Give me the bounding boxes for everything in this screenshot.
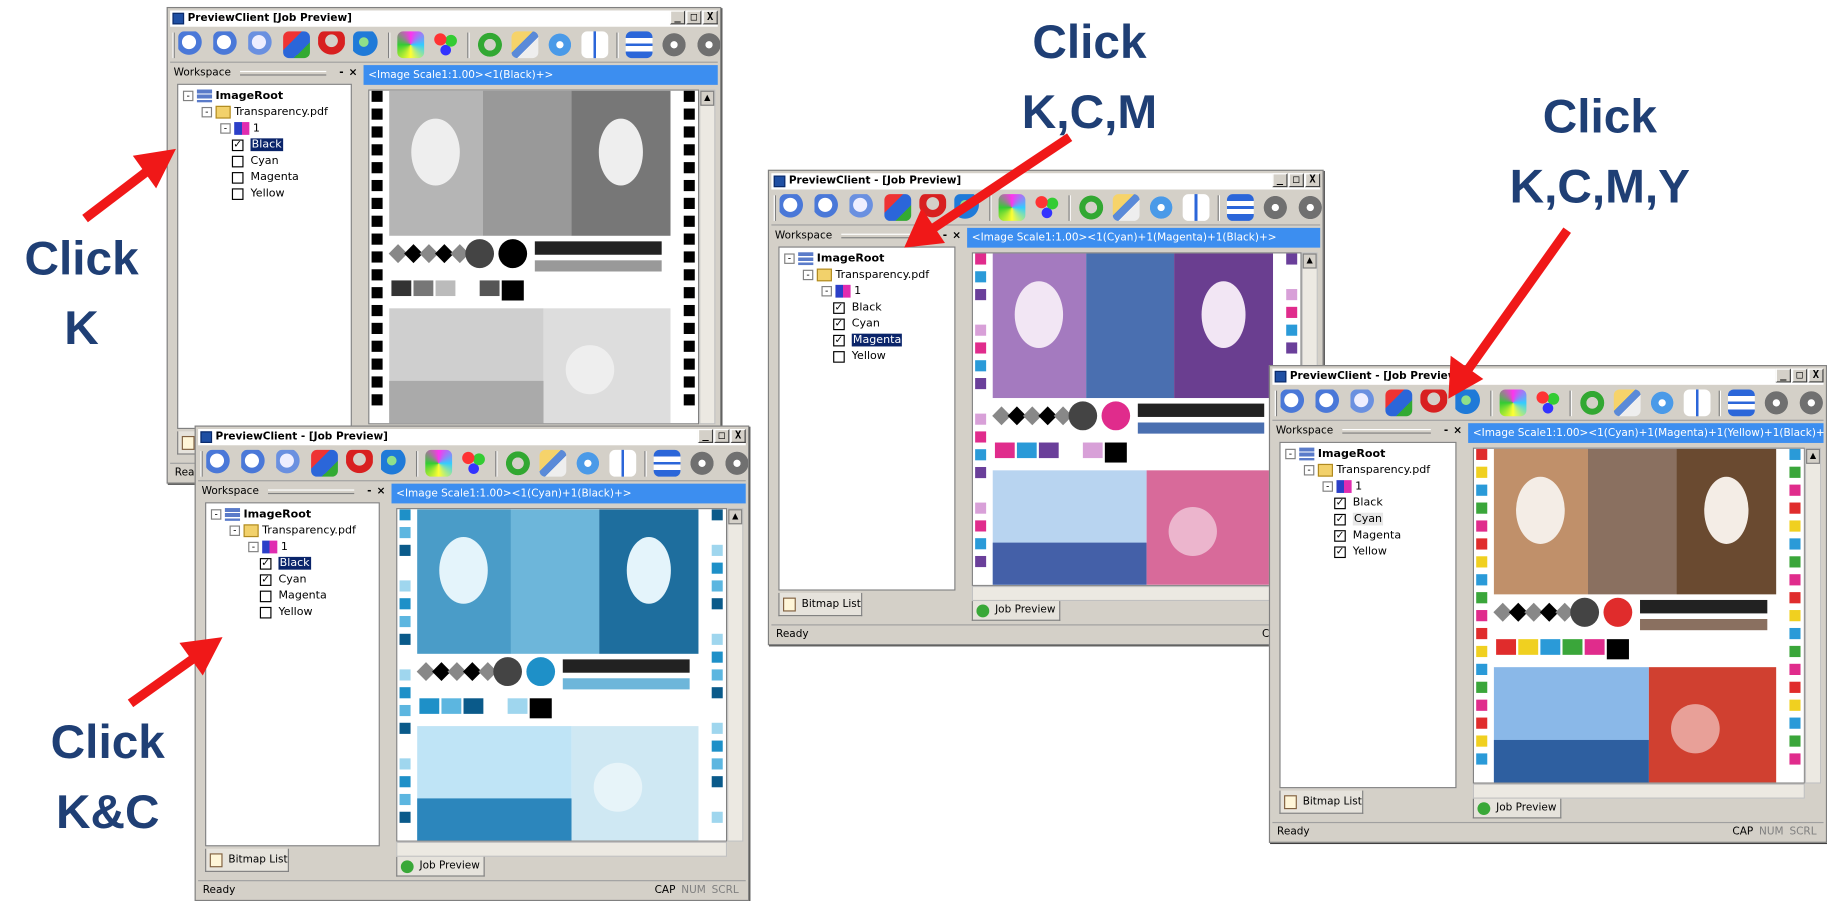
arrow-to-black: [82, 148, 176, 223]
arrow-to-magenta: [904, 133, 1073, 248]
arrow-to-black-cyan: [127, 637, 223, 708]
annotation-arrows: [82, 133, 1571, 708]
arrow-to-yellow-button: [1448, 227, 1571, 399]
